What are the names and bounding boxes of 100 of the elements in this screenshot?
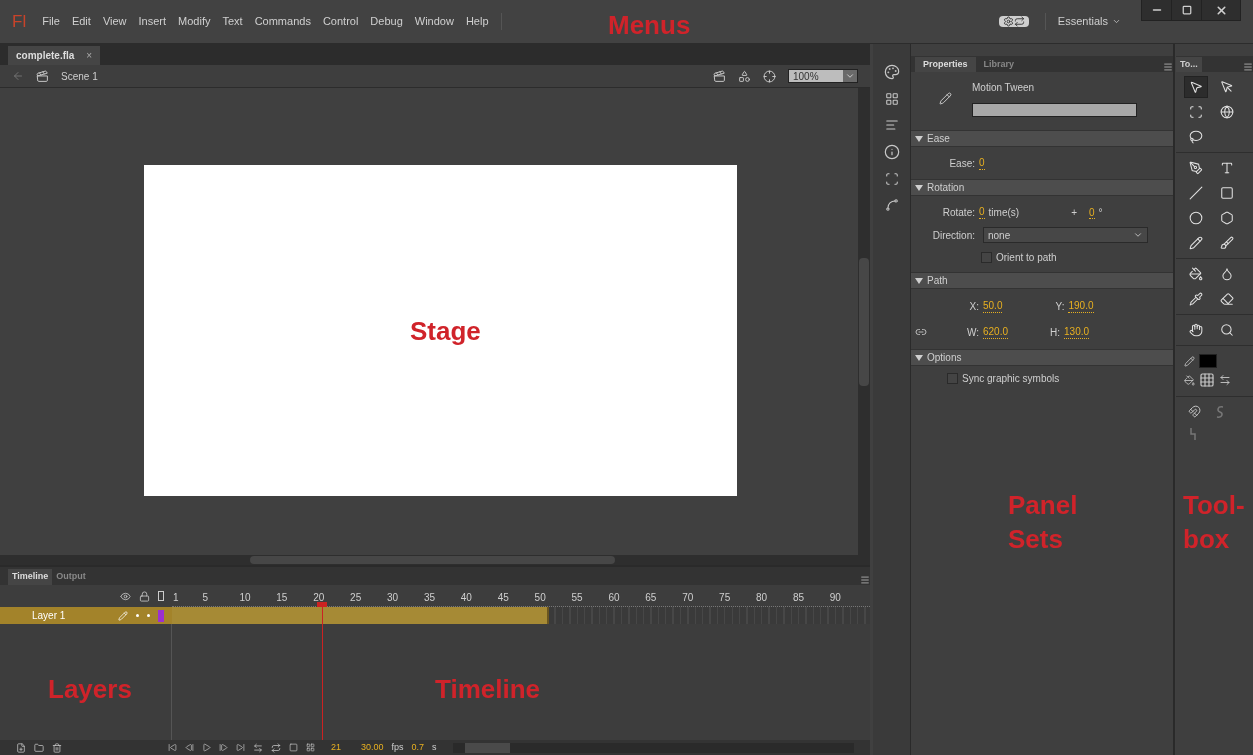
elapsed-time[interactable]: 0.7 <box>411 740 425 755</box>
loop-icon[interactable] <box>271 742 281 753</box>
crosshair-icon[interactable] <box>763 69 776 83</box>
timeline-scrollbar[interactable] <box>452 742 854 753</box>
swatches-icon[interactable] <box>884 92 899 106</box>
vertical-scrollbar[interactable] <box>858 88 870 565</box>
zoom-dropdown[interactable]: 100% <box>788 69 858 83</box>
text-tool-icon <box>1219 161 1234 175</box>
brush-icon <box>1219 236 1234 250</box>
value-field[interactable]: 50.0 <box>983 299 1003 313</box>
tab-close-button[interactable]: × <box>86 48 93 63</box>
disclosure-triangle-icon <box>915 353 923 362</box>
new-layer-icon[interactable] <box>16 742 26 753</box>
value-field[interactable]: 0 <box>979 156 985 170</box>
motion-presets-icon[interactable] <box>884 198 899 212</box>
instance-name-field[interactable] <box>972 103 1137 117</box>
pencil-icon <box>1189 236 1203 250</box>
menu-item[interactable]: Debug <box>370 13 403 30</box>
section-header[interactable]: Ease <box>911 130 1173 147</box>
frame-number: 45 <box>497 591 509 605</box>
last-frame-icon[interactable] <box>236 743 245 752</box>
workspace-switcher[interactable]: Essentials <box>1044 13 1141 30</box>
minimize-button[interactable] <box>1142 0 1172 20</box>
info-icon[interactable] <box>883 144 900 160</box>
frame-number: 15 <box>276 591 288 605</box>
value-field[interactable]: 0 <box>1088 206 1095 219</box>
center-frame-icon[interactable] <box>253 742 263 753</box>
menu-item[interactable]: Edit <box>71 13 91 30</box>
menu-item[interactable]: Commands <box>254 13 311 30</box>
paint-bucket-icon <box>1189 267 1203 281</box>
section-header[interactable]: Path <box>911 272 1173 289</box>
transform-icon[interactable] <box>884 172 899 186</box>
plus-sign: + <box>1071 205 1077 220</box>
value-field[interactable]: 130.0 <box>1064 325 1090 339</box>
layer-outline-swatch[interactable] <box>158 609 164 622</box>
checkbox[interactable] <box>947 372 958 384</box>
stroke-color-swatch[interactable] <box>1199 354 1217 368</box>
document-tab[interactable]: complete.fla × <box>8 46 101 65</box>
swap-colors-icon[interactable] <box>1219 374 1231 386</box>
maximize-button[interactable] <box>1172 0 1202 20</box>
checkbox[interactable] <box>981 251 992 263</box>
folder-icon[interactable] <box>34 742 44 753</box>
palette-icon[interactable] <box>883 64 900 80</box>
panel-tab[interactable]: Timeline <box>8 569 53 585</box>
panel-tab[interactable]: Properties <box>915 57 976 72</box>
app-logo: Fl <box>12 10 27 33</box>
magnet-icon[interactable] <box>1188 405 1201 418</box>
menu-item[interactable]: Control <box>322 13 359 30</box>
step-back-icon[interactable] <box>185 743 194 752</box>
value-field[interactable]: 190.0 <box>1068 299 1094 313</box>
panel-menu-icon[interactable] <box>860 575 870 585</box>
menu-item[interactable]: Modify <box>178 13 211 30</box>
onion-skin-icon[interactable] <box>289 743 298 752</box>
frame-number: 55 <box>571 591 583 605</box>
menu-item[interactable]: File <box>42 13 60 30</box>
panel-tab[interactable]: Library <box>975 57 1023 72</box>
panel-menu-icon[interactable] <box>1163 62 1173 72</box>
fill-swatch-icon[interactable] <box>1199 372 1215 388</box>
frame-number: 10 <box>239 591 251 605</box>
frame-number: 65 <box>645 591 657 605</box>
transform-icon <box>1189 105 1203 119</box>
field-label: Y: <box>1054 299 1065 314</box>
eraser-icon <box>1219 292 1234 306</box>
clapperboard-icon[interactable] <box>713 69 726 83</box>
trash-icon[interactable] <box>52 742 62 753</box>
first-frame-icon[interactable] <box>168 743 177 752</box>
section-title: Ease <box>927 132 950 146</box>
annotation-label: Panel Sets <box>1008 489 1079 556</box>
shapes-icon[interactable] <box>738 69 751 83</box>
menu-item[interactable]: Help <box>465 13 489 30</box>
menu-item[interactable]: Text <box>222 13 243 30</box>
onion-outline-icon[interactable] <box>306 743 315 752</box>
pen-icon <box>1189 161 1203 175</box>
sync-settings-button[interactable] <box>998 16 1029 27</box>
frame-number: 25 <box>350 591 362 605</box>
frame-rate[interactable]: 30.00 <box>361 740 384 755</box>
panel-menu-icon[interactable] <box>1243 62 1253 72</box>
horizontal-scrollbar[interactable] <box>0 555 858 565</box>
tool-button[interactable] <box>1184 76 1208 98</box>
close-button[interactable] <box>1202 0 1240 20</box>
scene-name[interactable]: Scene 1 <box>61 68 98 84</box>
playhead[interactable] <box>317 602 327 740</box>
direction-dropdown[interactable]: none <box>983 227 1148 243</box>
value-field[interactable]: 0 <box>979 205 985 219</box>
current-frame[interactable]: 21 <box>331 740 341 755</box>
panel-tab[interactable]: Output <box>52 569 90 585</box>
panel-tab[interactable]: To... <box>1176 57 1202 72</box>
menu-item[interactable]: View <box>102 13 127 30</box>
layer-row[interactable]: Layer 1 <box>0 607 172 624</box>
section-header[interactable]: Options <box>911 349 1173 366</box>
align-icon[interactable] <box>884 118 899 132</box>
checkbox-label: Sync graphic symbols <box>962 371 1060 386</box>
link-icon[interactable] <box>915 326 927 338</box>
menu-item[interactable]: Window <box>414 13 454 30</box>
step-forward-icon[interactable] <box>219 743 228 752</box>
menu-item[interactable]: Insert <box>138 13 167 30</box>
play-icon[interactable] <box>202 743 211 752</box>
value-field[interactable]: 620.0 <box>983 325 1009 339</box>
section-header[interactable]: Rotation <box>911 179 1173 196</box>
frame-rate-unit: fps <box>391 740 404 754</box>
